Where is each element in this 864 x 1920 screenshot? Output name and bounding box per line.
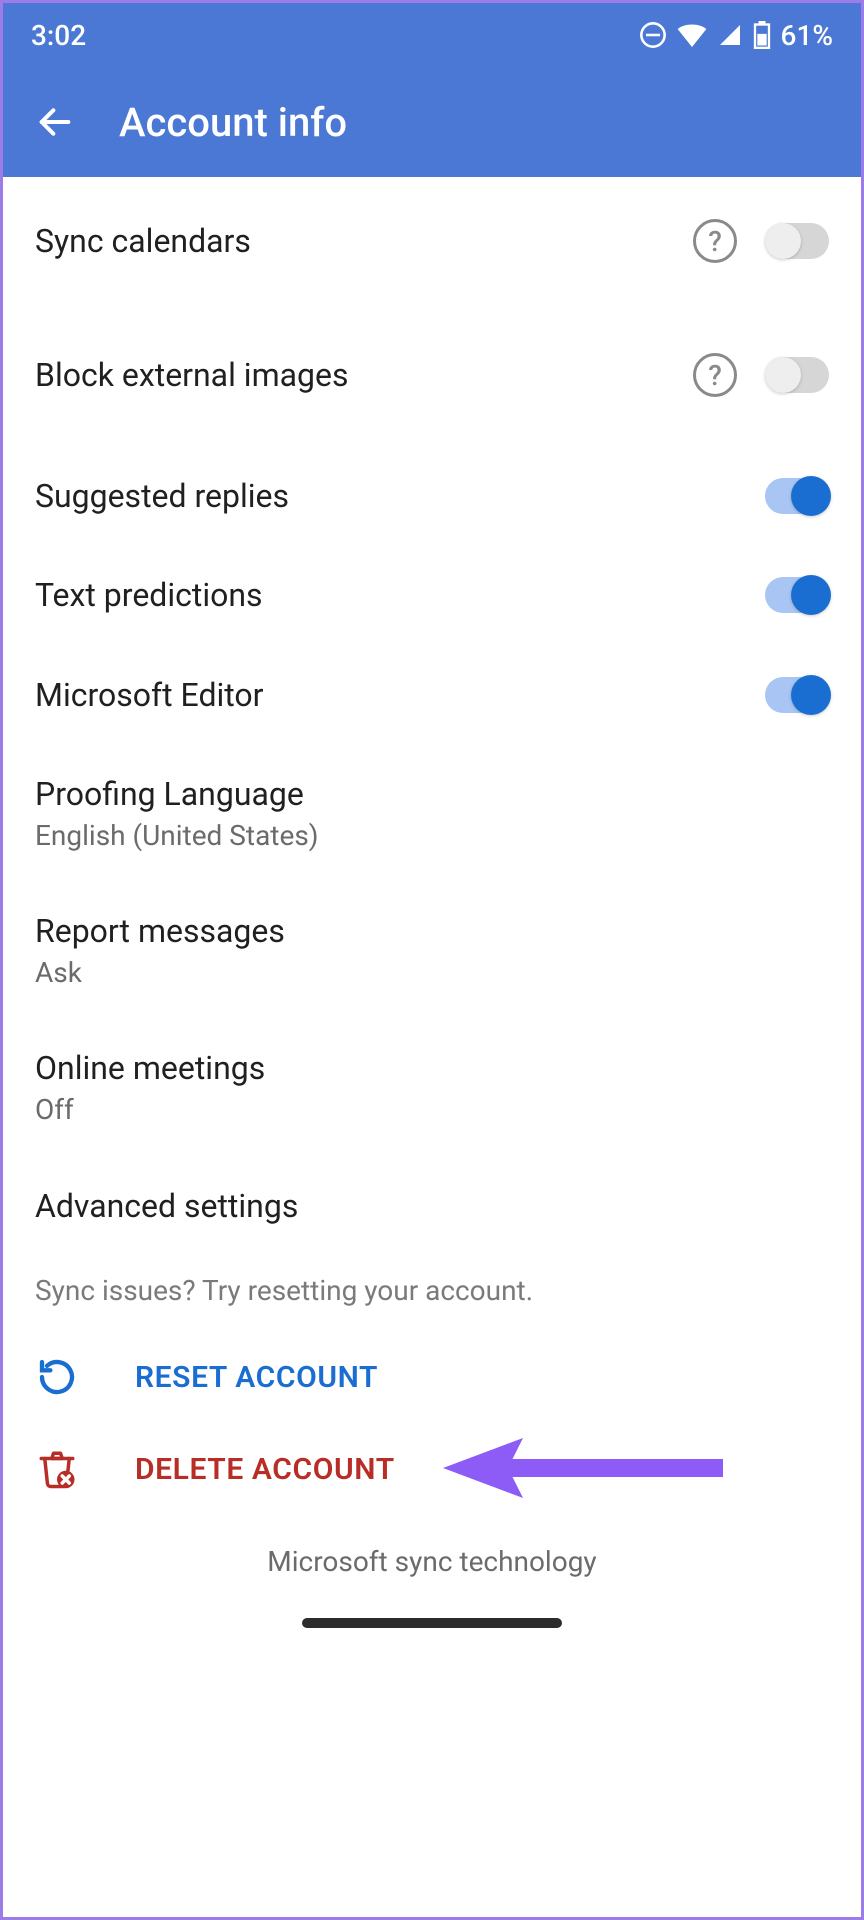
signal-icon: [717, 23, 743, 47]
row-title: Report messages: [35, 912, 829, 950]
toggle-text-predictions[interactable]: [765, 577, 829, 613]
row-subtitle: English (United States): [35, 819, 829, 852]
delete-account-button[interactable]: DELETE ACCOUNT: [3, 1423, 861, 1515]
row-subtitle: Ask: [35, 956, 829, 989]
reset-account-label: RESET ACCOUNT: [135, 1360, 378, 1395]
row-online-meetings[interactable]: Online meetings Off: [3, 1019, 861, 1156]
row-title: Suggested replies: [35, 477, 765, 515]
trash-icon: [35, 1447, 79, 1491]
row-block-external-images[interactable]: Block external images ?: [3, 293, 861, 427]
back-button[interactable]: [31, 98, 79, 146]
toggle-microsoft-editor[interactable]: [765, 677, 829, 713]
wifi-icon: [677, 23, 707, 47]
row-title: Advanced settings: [35, 1187, 829, 1225]
delete-account-label: DELETE ACCOUNT: [135, 1452, 395, 1487]
row-title: Proofing Language: [35, 775, 829, 813]
footer-text: Microsoft sync technology: [3, 1515, 861, 1618]
toggle-block-images[interactable]: [765, 357, 829, 393]
row-sync-calendars[interactable]: Sync calendars ?: [3, 177, 861, 293]
battery-icon: [753, 21, 771, 49]
toggle-sync-calendars[interactable]: [765, 223, 829, 259]
row-suggested-replies[interactable]: Suggested replies: [3, 427, 861, 545]
annotation-arrow-icon: [443, 1433, 723, 1503]
row-subtitle: Off: [35, 1093, 829, 1126]
row-text-predictions[interactable]: Text predictions: [3, 545, 861, 645]
help-icon[interactable]: ?: [693, 219, 737, 263]
do-not-disturb-icon: [639, 21, 667, 49]
gesture-bar[interactable]: [302, 1618, 562, 1628]
row-title: Online meetings: [35, 1049, 829, 1087]
row-title: Microsoft Editor: [35, 676, 765, 714]
status-icons: 61%: [639, 19, 833, 52]
page-title: Account info: [119, 99, 347, 146]
battery-percent: 61%: [781, 19, 833, 52]
reset-account-button[interactable]: RESET ACCOUNT: [3, 1331, 861, 1423]
settings-list: Sync calendars ? Block external images ?…: [3, 177, 861, 1917]
help-icon[interactable]: ?: [693, 353, 737, 397]
row-proofing-language[interactable]: Proofing Language English (United States…: [3, 745, 861, 882]
row-title: Block external images: [35, 356, 693, 394]
row-title: Text predictions: [35, 576, 765, 614]
row-microsoft-editor[interactable]: Microsoft Editor: [3, 645, 861, 745]
status-bar: 3:02 61%: [3, 3, 861, 67]
sync-hint: Sync issues? Try resetting your account.: [3, 1256, 861, 1331]
status-time: 3:02: [31, 19, 86, 52]
row-advanced-settings[interactable]: Advanced settings: [3, 1156, 861, 1256]
reset-icon: [35, 1355, 79, 1399]
toggle-suggested-replies[interactable]: [765, 478, 829, 514]
row-report-messages[interactable]: Report messages Ask: [3, 882, 861, 1019]
row-title: Sync calendars: [35, 222, 693, 260]
app-bar: Account info: [3, 67, 861, 177]
